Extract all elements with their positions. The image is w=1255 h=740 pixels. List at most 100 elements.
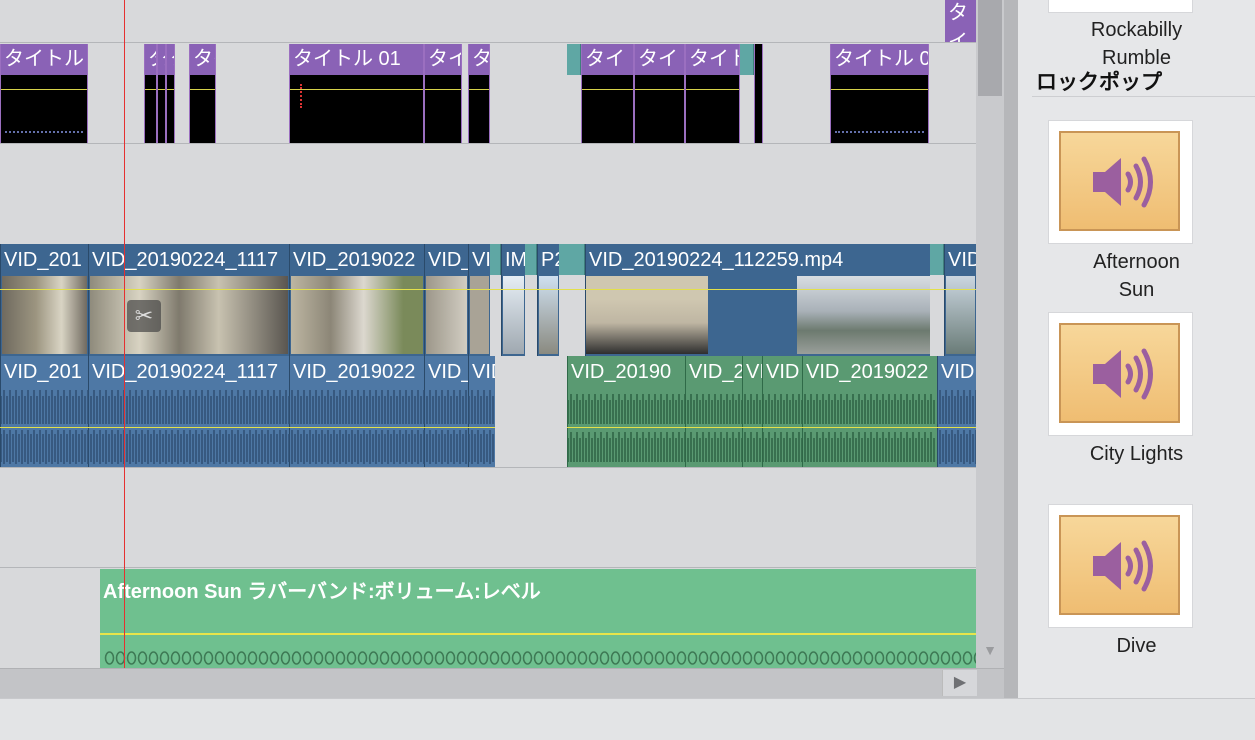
video-clip-label: VID_20190224_112259.mp4 [589, 249, 844, 271]
library-item-label: Afternoon Sun [1093, 251, 1180, 301]
title-clip-label: タ [469, 44, 489, 75]
timeline-area[interactable]: タイ タイトル 01 タイ タ タ タイ タイトル 01 タイ タ タイ タ [0, 0, 976, 668]
title-clip[interactable]: タイト [685, 44, 740, 143]
library-tile[interactable] [1049, 121, 1192, 243]
video-clip-label: VID_20190224_1117 [92, 249, 279, 271]
genre-heading: ロックポップ [1036, 71, 1162, 94]
volume-line [831, 89, 928, 90]
title-clip[interactable]: タイ [189, 44, 216, 143]
video-clip[interactable]: VI [468, 244, 490, 356]
audio-clip-label: VID_20190224_1117 [92, 361, 279, 383]
video-clip[interactable]: VID_20190224_112259.mp4 [585, 244, 930, 356]
audio-clip-label: VID [472, 361, 495, 383]
title-clip-partial[interactable]: タイ [945, 0, 976, 42]
title-clip-label: タイト [686, 44, 739, 75]
volume-line [582, 89, 633, 90]
volume-line [425, 89, 461, 90]
transition-marker[interactable] [930, 244, 944, 275]
title-clip[interactable]: タイ [144, 44, 157, 143]
video-thumbnail [2, 276, 87, 354]
scroll-down-arrow-icon[interactable]: ▼ [976, 636, 1004, 664]
title-clip[interactable]: タイ [424, 44, 462, 143]
video-clip-label: VID_ [428, 249, 468, 271]
title-clip[interactable]: タイトル 01 [289, 44, 424, 143]
transition-marker[interactable] [559, 244, 585, 275]
video-clip[interactable]: VID_2019022 [289, 244, 424, 356]
video-clip[interactable]: VID_201 [0, 244, 88, 356]
vertical-scrollbar[interactable] [976, 0, 1004, 668]
volume-level-line[interactable] [100, 633, 976, 635]
title-clip-label: タイ [582, 44, 633, 75]
title-clip-label: タイ [190, 44, 215, 75]
status-bar [0, 698, 1255, 740]
title-clip-label: タイ [145, 44, 156, 75]
library-tile[interactable] [1049, 0, 1192, 12]
title-clip-label: タイ [425, 44, 461, 75]
music-clip-label: Afternoon Sun ラバーバンド:ボリューム:レベル [103, 581, 541, 603]
title-text-preview [300, 84, 352, 108]
transition-marker[interactable] [490, 244, 501, 275]
audio-clip-label: VID_ [428, 361, 468, 383]
transition-marker[interactable] [567, 44, 581, 75]
volume-line [635, 89, 684, 90]
video-clip[interactable]: IM [501, 244, 525, 356]
video-clip-label: P2 [541, 249, 559, 271]
title-clip[interactable]: タ [157, 44, 166, 143]
title-clip-label: タイトル 01 [1, 44, 87, 75]
video-clip[interactable]: P2 [537, 244, 559, 356]
transition-marker[interactable] [525, 244, 537, 275]
title-clip-label: タイト [635, 44, 684, 75]
playhead[interactable] [124, 0, 125, 668]
video-thumbnail [291, 276, 423, 354]
title-clip[interactable]: タイト [634, 44, 685, 143]
audio-clip-label: VID_2 [689, 361, 742, 383]
audio-clip-label: VI [746, 361, 762, 383]
panel-splitter[interactable] [1004, 0, 1019, 698]
video-thumbnail [586, 276, 708, 354]
divider [1032, 96, 1255, 97]
video-volume-line [0, 289, 976, 290]
audio-clip-label: VID_2019022 [293, 361, 416, 383]
track-divider [0, 567, 976, 568]
volume-line [686, 89, 739, 90]
video-clip-label: VID [948, 249, 976, 271]
audio-clip-label: VID [941, 361, 975, 383]
video-clip-label: VID_201 [4, 249, 82, 271]
speaker-icon [1059, 515, 1180, 615]
track-divider [0, 42, 976, 43]
video-thumbnail [426, 276, 467, 354]
title-clip[interactable] [754, 44, 763, 143]
horizontal-scrollbar[interactable] [0, 668, 1004, 699]
video-clip-label: VID_2019022 [293, 249, 416, 271]
speaker-icon [1059, 323, 1180, 423]
video-clip[interactable]: VID [944, 244, 976, 356]
video-clip-label: IM [505, 249, 525, 271]
video-clip[interactable]: VID_20190224_1117 ✂ [88, 244, 289, 356]
scroll-right-arrow-icon[interactable]: ▶ [942, 670, 977, 696]
music-clip[interactable]: Afternoon Sun ラバーバンド:ボリューム:レベル [100, 569, 976, 668]
track-divider [0, 143, 976, 144]
title-clip[interactable]: タイトル 0 [830, 44, 929, 143]
video-thumbnail [539, 276, 558, 354]
title-clip[interactable]: タイ [581, 44, 634, 143]
audio-clip-label: VID_2019022 [806, 361, 929, 383]
loop-pattern [104, 649, 976, 667]
title-clip[interactable]: タ [166, 44, 175, 143]
scissors-icon[interactable]: ✂ [127, 300, 161, 332]
library-tile[interactable] [1049, 313, 1192, 435]
title-clip[interactable]: タイトル 01 [0, 44, 88, 143]
audio-clip-label: VID_20190 [571, 361, 672, 383]
track-divider [0, 467, 976, 468]
audio-waveform [0, 386, 976, 467]
video-clip[interactable]: VID_ [424, 244, 468, 356]
title-clip[interactable]: タ [468, 44, 490, 143]
library-tile[interactable] [1049, 505, 1192, 627]
volume-line [158, 89, 165, 90]
video-thumbnail [797, 276, 930, 354]
transition-marker[interactable] [740, 44, 754, 75]
title-text-preview [835, 131, 924, 136]
vertical-scrollbar-thumb[interactable] [978, 0, 1002, 96]
title-clip-label: タイトル 01 [290, 44, 423, 75]
title-text-preview [5, 131, 83, 136]
library-item-label: Rockabilly Rumble [1090, 19, 1183, 69]
